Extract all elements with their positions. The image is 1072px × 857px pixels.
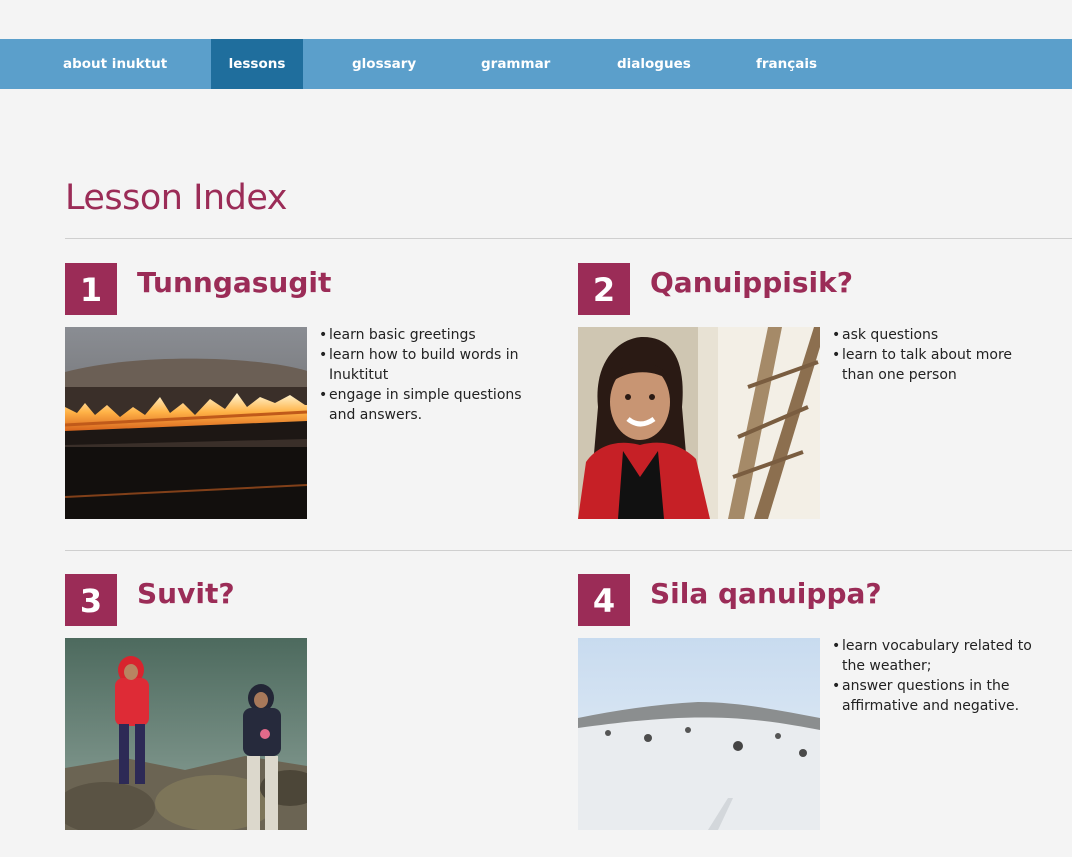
lesson-number-badge: 1 [65, 263, 117, 315]
lesson-title-link[interactable]: Tunngasugit [137, 266, 331, 299]
nav-item-lessons[interactable]: lessons [211, 39, 303, 89]
list-item: ask questions [832, 325, 1032, 345]
woman-portrait-photo-icon[interactable] [578, 327, 820, 519]
nav-item-grammar[interactable]: grammar [481, 39, 550, 89]
list-item: learn vocabulary related to the weather; [832, 636, 1047, 676]
page-title: Lesson Index [65, 178, 287, 218]
main-nav: about inuktut lessons glossary grammar d… [0, 39, 1072, 89]
lesson-bullet-list: ask questions learn to talk about more t… [832, 325, 1032, 385]
lesson-title-link[interactable]: Suvit? [137, 577, 235, 610]
divider [65, 550, 1072, 551]
flame-photo-icon[interactable] [65, 327, 307, 519]
lesson-bullet-list: learn basic greetings learn how to build… [319, 325, 539, 425]
divider [65, 238, 1072, 239]
lesson-title-link[interactable]: Qanuippisik? [650, 266, 853, 299]
lesson-number-badge: 2 [578, 263, 630, 315]
children-fishing-photo-icon[interactable] [65, 638, 307, 830]
list-item: learn to talk about more than one person [832, 345, 1032, 385]
snowy-landscape-photo-icon[interactable] [578, 638, 820, 830]
lesson-number-badge: 4 [578, 574, 630, 626]
nav-item-about-inuktut[interactable]: about inuktut [63, 39, 167, 89]
list-item: learn basic greetings [319, 325, 539, 345]
lesson-number-badge: 3 [65, 574, 117, 626]
list-item: engage in simple questions and answers. [319, 385, 539, 425]
list-item: answer questions in the affirmative and … [832, 676, 1047, 716]
list-item: learn how to build words in Inuktitut [319, 345, 539, 385]
lesson-title-link[interactable]: Sila qanuippa? [650, 577, 882, 610]
nav-item-francais[interactable]: français [756, 39, 817, 89]
nav-item-glossary[interactable]: glossary [352, 39, 416, 89]
nav-item-dialogues[interactable]: dialogues [617, 39, 691, 89]
lesson-bullet-list: learn vocabulary related to the weather;… [832, 636, 1047, 716]
